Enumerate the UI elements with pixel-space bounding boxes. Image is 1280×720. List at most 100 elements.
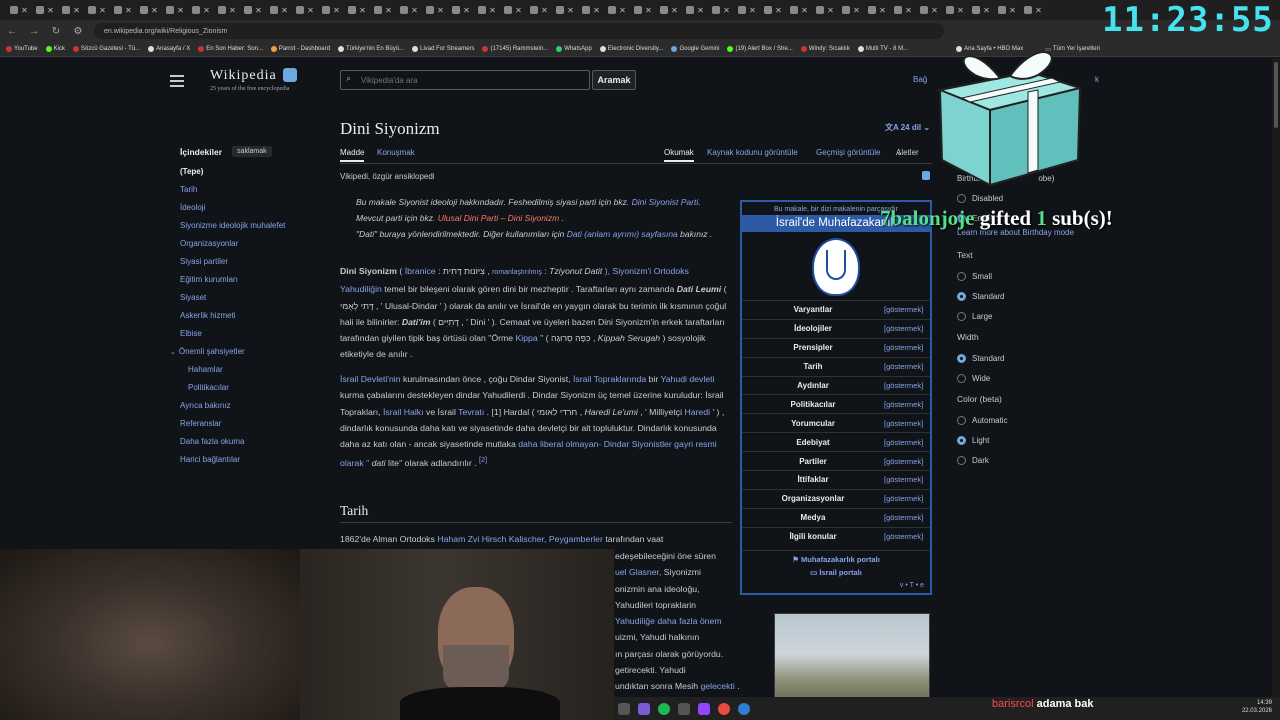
toc-item-expandable[interactable]: ⌄ Önemli şahsiyetler xyxy=(170,343,330,361)
close-tab-icon[interactable]: ✕ xyxy=(957,6,964,15)
tab[interactable]: ✕ xyxy=(370,2,396,18)
radio-option[interactable]: Standard xyxy=(957,286,1107,306)
link[interactable]: romanlaştırılmış xyxy=(492,269,542,276)
show-toggle[interactable]: [göstermek] xyxy=(884,324,923,333)
taskbar-app-icon[interactable] xyxy=(638,702,650,715)
tab[interactable]: ✕ xyxy=(136,2,162,18)
close-tab-icon[interactable]: ✕ xyxy=(879,6,886,15)
bookmark[interactable]: Parrot - Dashboard xyxy=(270,46,330,52)
tab[interactable]: ✕ xyxy=(84,2,110,18)
tab[interactable]: ✕ xyxy=(474,2,500,18)
radio-option[interactable]: Standard xyxy=(957,348,1107,368)
toc-item[interactable]: (Tepe) xyxy=(180,163,330,181)
toc-hide-button[interactable]: saklamak xyxy=(232,146,272,157)
lock-icon[interactable] xyxy=(922,171,930,180)
radio-option[interactable]: Automatic xyxy=(957,410,1107,430)
tab[interactable]: ✕ xyxy=(864,2,890,18)
close-tab-icon[interactable]: ✕ xyxy=(307,6,314,15)
toc-item[interactable]: Askerlik hizmeti xyxy=(180,307,330,325)
tab[interactable]: ✕ xyxy=(58,2,84,18)
link[interactable]: Tevratı xyxy=(458,407,484,417)
toc-item[interactable]: Siyasi partiler xyxy=(180,253,330,271)
tab[interactable]: ✕ xyxy=(448,2,474,18)
bookmark[interactable]: Anasayfa / X xyxy=(148,46,190,52)
close-tab-icon[interactable]: ✕ xyxy=(359,6,366,15)
close-tab-icon[interactable]: ✕ xyxy=(905,6,912,15)
close-tab-icon[interactable]: ✕ xyxy=(671,6,678,15)
close-tab-icon[interactable]: ✕ xyxy=(47,6,54,15)
close-tab-icon[interactable]: ✕ xyxy=(645,6,652,15)
scrollbar-thumb[interactable] xyxy=(1274,62,1278,128)
taskbar-app-icon[interactable] xyxy=(618,702,630,715)
toc-item[interactable]: Daha fazla okuma xyxy=(180,433,330,451)
close-tab-icon[interactable]: ✕ xyxy=(73,6,80,15)
tab[interactable]: ✕ xyxy=(916,2,942,18)
tab[interactable]: ✕ xyxy=(240,2,266,18)
chrome-icon[interactable] xyxy=(718,702,730,715)
tab[interactable]: ✕ xyxy=(188,2,214,18)
bookmark[interactable]: Multi TV - 8 M... xyxy=(857,46,908,52)
bookmark[interactable]: (19) Alert Box / Stre... xyxy=(727,46,793,52)
tab[interactable]: ✕ xyxy=(812,2,838,18)
chevron-down-icon[interactable]: ⌄ xyxy=(170,349,176,356)
portal-link[interactable]: ⚑ Muhafazakarlık portalı xyxy=(742,549,930,564)
tab[interactable]: ✕ xyxy=(32,2,58,18)
show-toggle[interactable]: [göstermek] xyxy=(884,475,923,484)
close-tab-icon[interactable]: ✕ xyxy=(931,6,938,15)
top-link-tail[interactable]: k xyxy=(1095,75,1099,84)
radio-icon[interactable] xyxy=(957,373,966,383)
tab[interactable]: ✕ xyxy=(292,2,318,18)
toc-item[interactable]: Referanslar xyxy=(180,415,330,433)
link[interactable]: Haredi xyxy=(684,407,710,417)
tab[interactable]: ✕ xyxy=(110,2,136,18)
close-tab-icon[interactable]: ✕ xyxy=(125,6,132,15)
radio-option[interactable]: Large xyxy=(957,306,1107,326)
forward-icon[interactable]: → xyxy=(28,26,40,37)
close-tab-icon[interactable]: ✕ xyxy=(697,6,704,15)
tab[interactable]: ✕ xyxy=(786,2,812,18)
close-tab-icon[interactable]: ✕ xyxy=(1009,6,1016,15)
bookmark[interactable]: En Son Haber: Son... xyxy=(198,46,263,52)
tab[interactable]: ✕ xyxy=(630,2,656,18)
toc-item[interactable]: Organizasyonlar xyxy=(180,235,330,253)
navbox-vte-links[interactable]: v • T • e xyxy=(900,582,924,589)
site-info-icon[interactable]: ⚙ xyxy=(72,26,84,37)
article-photo[interactable] xyxy=(774,613,930,703)
close-tab-icon[interactable]: ✕ xyxy=(593,6,600,15)
link[interactable]: Yahudi devleti xyxy=(661,374,715,384)
close-tab-icon[interactable]: ✕ xyxy=(333,6,340,15)
close-tab-icon[interactable]: ✕ xyxy=(281,6,288,15)
close-tab-icon[interactable]: ✕ xyxy=(411,6,418,15)
close-tab-icon[interactable]: ✕ xyxy=(437,6,444,15)
tab[interactable]: ✕ xyxy=(890,2,916,18)
radio-option[interactable]: Dark xyxy=(957,450,1107,470)
close-tab-icon[interactable]: ✕ xyxy=(229,6,236,15)
radio-icon[interactable] xyxy=(957,353,966,363)
close-tab-icon[interactable]: ✕ xyxy=(1035,6,1042,15)
close-tab-icon[interactable]: ✕ xyxy=(515,6,522,15)
citation-link[interactable]: [2] xyxy=(479,455,487,464)
main-menu-icon[interactable] xyxy=(170,75,184,90)
close-tab-icon[interactable]: ✕ xyxy=(775,6,782,15)
bookmark[interactable]: Windy: Sıcaklık xyxy=(800,46,850,52)
tab[interactable]: ✕ xyxy=(838,2,864,18)
link[interactable]: Yahudiliğe daha fazla önem xyxy=(615,616,722,626)
close-tab-icon[interactable]: ✕ xyxy=(567,6,574,15)
hatnote-link[interactable]: Dini Siyonist Parti xyxy=(632,197,699,207)
toc-item[interactable]: Harici bağlantılar xyxy=(180,451,330,469)
tab[interactable]: ✕ xyxy=(6,2,32,18)
reload-icon[interactable]: ↻ xyxy=(50,26,62,37)
tab-read[interactable]: Okumak xyxy=(664,148,694,162)
tab[interactable]: ✕ xyxy=(552,2,578,18)
close-tab-icon[interactable]: ✕ xyxy=(853,6,860,15)
toc-item[interactable]: Elbise xyxy=(180,325,330,343)
toc-item[interactable]: Ayrıca bakınız xyxy=(180,397,330,415)
toc-item[interactable]: Tarih xyxy=(180,181,330,199)
toc-item[interactable]: Eğitim kurumları xyxy=(180,271,330,289)
show-toggle[interactable]: [göstermek] xyxy=(884,400,923,409)
bookmark[interactable]: (17145) Rammstein... xyxy=(482,46,548,52)
close-tab-icon[interactable]: ✕ xyxy=(385,6,392,15)
show-toggle[interactable]: [göstermek] xyxy=(884,513,923,522)
show-toggle[interactable]: [göstermek] xyxy=(884,305,923,314)
toc-item[interactable]: Siyaset xyxy=(180,289,330,307)
